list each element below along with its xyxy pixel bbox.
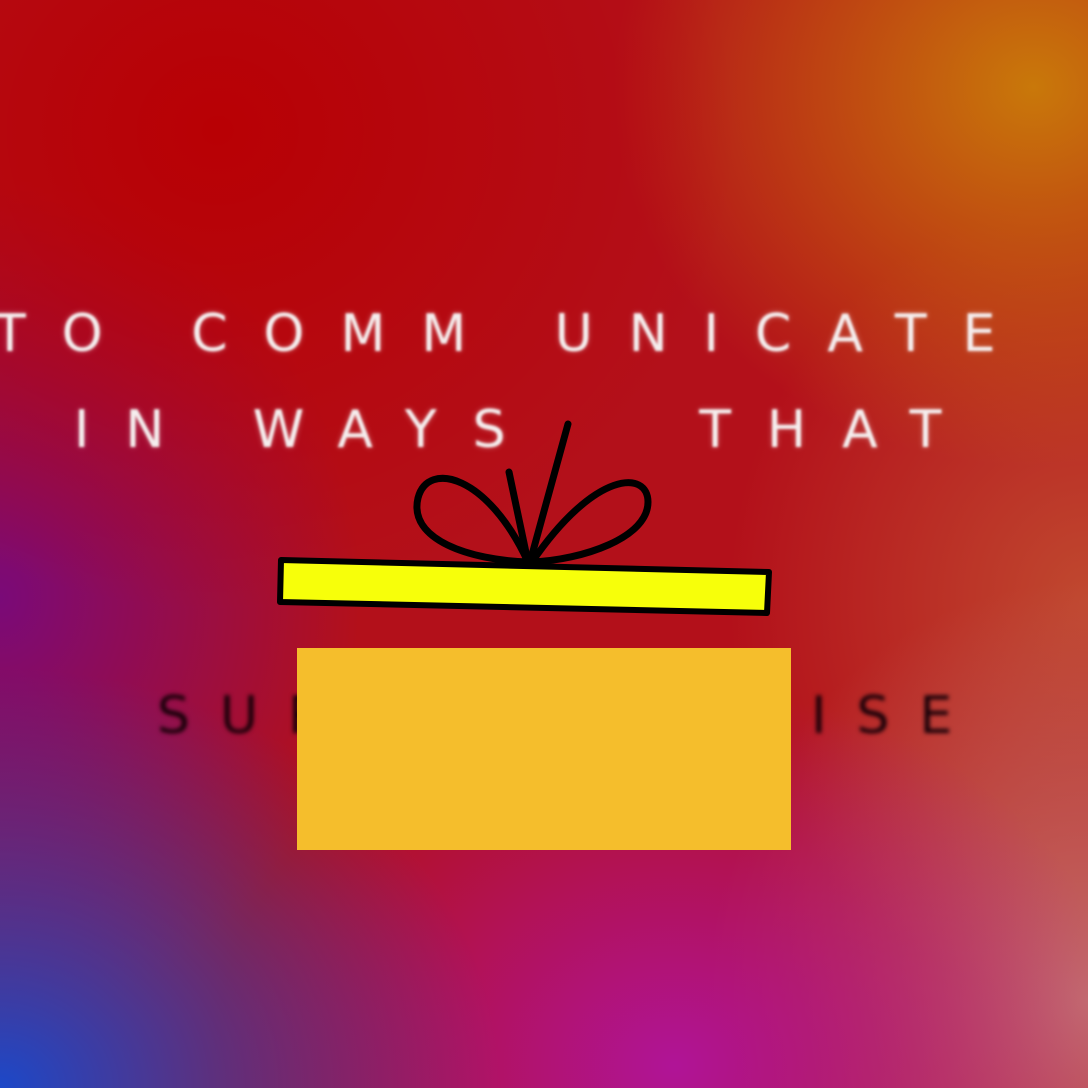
gift-lid-icon [277,420,772,616]
gift-box-icon [297,648,791,850]
headline-line-2: IN WAYS THAT [74,400,978,460]
canvas: TO COMM UNICATE IN WAYS THAT SURP RISE [0,0,1088,1088]
headline-line-1: TO COMM UNICATE [0,304,1032,364]
